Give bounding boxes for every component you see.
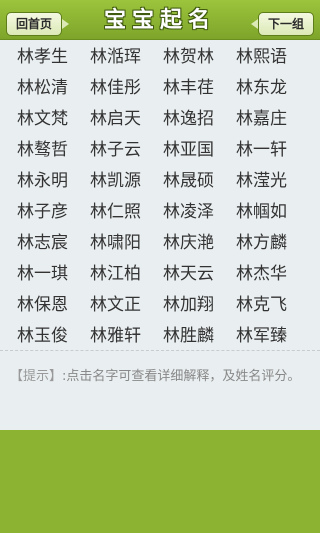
name-item[interactable]: 林军臻 <box>229 321 302 352</box>
name-item[interactable]: 林文正 <box>83 290 156 321</box>
home-button[interactable]: 回首页 <box>6 12 69 36</box>
name-item[interactable]: 林孝生 <box>10 42 83 73</box>
name-item[interactable]: 林庆滟 <box>156 228 229 259</box>
name-item[interactable]: 林东龙 <box>229 73 302 104</box>
name-item[interactable]: 林保恩 <box>10 290 83 321</box>
name-item[interactable]: 林玉俊 <box>10 321 83 352</box>
name-item[interactable]: 林志宸 <box>10 228 83 259</box>
name-item[interactable]: 林凯源 <box>83 166 156 197</box>
name-item[interactable]: 林松清 <box>10 73 83 104</box>
name-item[interactable]: 林杰华 <box>229 259 302 290</box>
name-item[interactable]: 林雅轩 <box>83 321 156 352</box>
name-item[interactable]: 林亚国 <box>156 135 229 166</box>
name-item[interactable]: 林仁照 <box>83 197 156 228</box>
name-item[interactable]: 林方麟 <box>229 228 302 259</box>
name-item[interactable]: 林一轩 <box>229 135 302 166</box>
name-item[interactable]: 林江柏 <box>83 259 156 290</box>
tip-body: :点击名字可查看详细解释，及姓名评分。 <box>62 369 301 384</box>
name-item[interactable]: 林丰荏 <box>156 73 229 104</box>
name-item[interactable]: 林啸阳 <box>83 228 156 259</box>
name-item[interactable]: 林逸招 <box>156 104 229 135</box>
name-item[interactable]: 林天云 <box>156 259 229 290</box>
name-item[interactable]: 林湉珲 <box>83 42 156 73</box>
divider <box>0 350 320 351</box>
name-item[interactable]: 林启天 <box>83 104 156 135</box>
tip-label: 【提示】 <box>10 369 63 384</box>
name-item[interactable]: 林骜哲 <box>10 135 83 166</box>
name-item[interactable]: 林加翔 <box>156 290 229 321</box>
tip-text: 【提示】:点击名字可查看详细解释，及姓名评分。 <box>10 364 310 390</box>
name-item[interactable]: 林滢光 <box>229 166 302 197</box>
names-panel: 林孝生 林湉珲 林贺林 林熙语 林松清 林佳彤 林丰荏 林东龙 林文梵 林启天 … <box>0 40 320 430</box>
name-item[interactable]: 林嘉庄 <box>229 104 302 135</box>
header-bar: 回首页 宝宝起名 下一组 <box>0 0 320 40</box>
name-item[interactable]: 林帼如 <box>229 197 302 228</box>
name-item[interactable]: 林永明 <box>10 166 83 197</box>
name-item[interactable]: 林熙语 <box>229 42 302 73</box>
page-title: 宝宝起名 <box>103 7 216 33</box>
name-item[interactable]: 林子云 <box>83 135 156 166</box>
name-item[interactable]: 林文梵 <box>10 104 83 135</box>
name-item[interactable]: 林佳彤 <box>83 73 156 104</box>
name-item[interactable]: 林胜麟 <box>156 321 229 352</box>
name-item[interactable]: 林贺林 <box>156 42 229 73</box>
name-item[interactable]: 林克飞 <box>229 290 302 321</box>
name-grid: 林孝生 林湉珲 林贺林 林熙语 林松清 林佳彤 林丰荏 林东龙 林文梵 林启天 … <box>10 42 310 352</box>
next-group-button[interactable]: 下一组 <box>251 12 314 36</box>
name-item[interactable]: 林一琪 <box>10 259 83 290</box>
name-item[interactable]: 林晟硕 <box>156 166 229 197</box>
name-item[interactable]: 林子彦 <box>10 197 83 228</box>
name-item[interactable]: 林凌泽 <box>156 197 229 228</box>
